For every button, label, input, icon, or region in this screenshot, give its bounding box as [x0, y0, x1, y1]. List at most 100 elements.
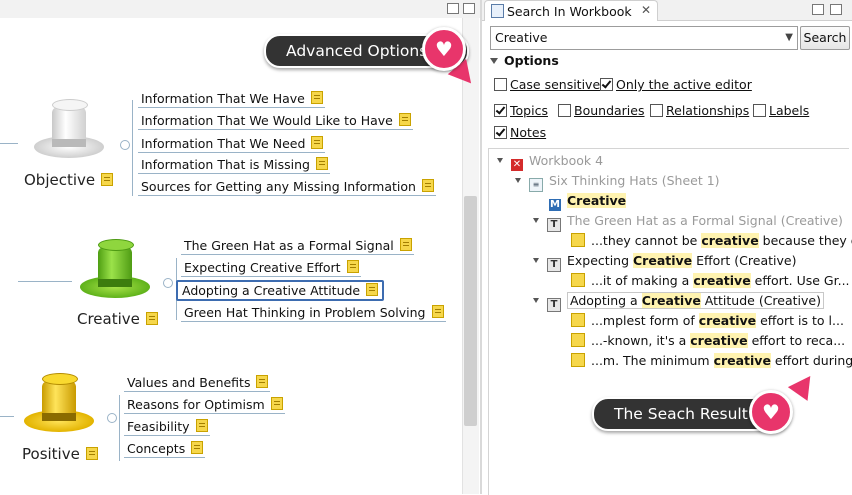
- boundaries-checkbox[interactable]: Boundaries: [558, 103, 644, 118]
- central-topic-positive[interactable]: Positive: [22, 445, 98, 463]
- topic-item[interactable]: Information That We Need: [138, 136, 326, 153]
- workbook-icon: ✕: [511, 159, 523, 171]
- tree-node-workbook[interactable]: ✕ Workbook 4: [497, 153, 603, 171]
- search-view-icon: [491, 4, 504, 18]
- note-icon: [101, 173, 114, 186]
- checkbox-checked-icon: [494, 104, 507, 117]
- tree-node-note[interactable]: ...m. The minimum creative effort during…: [571, 353, 852, 368]
- relationships-checkbox[interactable]: Relationships: [650, 103, 749, 118]
- tree-node-note[interactable]: ...mplest form of creative effort is to …: [571, 313, 844, 328]
- central-topic-objective[interactable]: Objective: [24, 171, 114, 189]
- connector-line: [18, 281, 72, 282]
- tree-node-note[interactable]: ...it of making a creative effort. Use G…: [571, 273, 850, 288]
- search-button[interactable]: Search: [800, 26, 850, 50]
- only-active-editor-checkbox[interactable]: Only the active editor: [600, 77, 752, 92]
- topic-item[interactable]: Information That We Have: [138, 91, 325, 108]
- maximize-icon[interactable]: [463, 3, 475, 14]
- note-icon: [195, 419, 208, 432]
- expand-icon[interactable]: [497, 158, 503, 163]
- notes-checkbox[interactable]: Notes: [494, 125, 546, 140]
- tree-node-topic-selected[interactable]: T Adopting a Creative Attitude (Creative): [533, 292, 824, 312]
- case-sensitive-checkbox[interactable]: Case sensitive: [494, 77, 600, 92]
- expand-triangle-icon: [490, 58, 498, 64]
- tab-title: Search In Workbook: [507, 4, 632, 19]
- note-icon: [399, 238, 412, 251]
- note-icon: [310, 91, 323, 104]
- topic-icon: T: [547, 258, 561, 272]
- topic-item[interactable]: Information That We Would Like to Have: [138, 113, 413, 130]
- connector-line: [0, 143, 18, 144]
- tree-node-topic[interactable]: T Expecting Creative Effort (Creative): [533, 253, 796, 272]
- checkbox-icon: [753, 104, 766, 117]
- heart-icon: ♥: [749, 390, 793, 434]
- note-icon: [571, 273, 585, 287]
- note-icon: [398, 113, 411, 126]
- search-results-tree: ✕ Workbook 4 ≡ Six Thinking Hats (Sheet 1)…: [488, 148, 852, 495]
- search-input[interactable]: Creative ▼: [490, 26, 798, 50]
- tree-node-sheet[interactable]: ≡ Six Thinking Hats (Sheet 1): [515, 173, 720, 192]
- collapse-toggle[interactable]: [107, 413, 117, 423]
- topic-item[interactable]: Feasibility: [124, 419, 210, 436]
- branch-bracket: [132, 100, 133, 196]
- checkbox-icon: [558, 104, 571, 117]
- topic-item[interactable]: The Green Hat as a Formal Signal: [181, 238, 414, 255]
- tree-node-note[interactable]: ...-known, it's a creative effort to rec…: [571, 333, 845, 348]
- note-icon: [571, 233, 585, 247]
- chevron-down-icon[interactable]: ▼: [785, 32, 793, 43]
- topic-item[interactable]: Reasons for Optimism: [124, 397, 285, 414]
- yellow-hat-icon: [24, 370, 94, 432]
- sheet-icon: ≡: [529, 178, 543, 192]
- checkbox-icon: [494, 78, 507, 91]
- topic-icon: T: [547, 298, 561, 312]
- labels-checkbox[interactable]: Labels: [753, 103, 809, 118]
- topic-item[interactable]: Expecting Creative Effort: [181, 260, 361, 277]
- note-icon: [191, 441, 204, 454]
- heart-icon: ♥: [422, 27, 466, 71]
- note-icon: [270, 397, 283, 410]
- white-hat-icon: [34, 96, 104, 158]
- tree-node-topic[interactable]: T The Green Hat as a Formal Signal (Creat…: [533, 213, 843, 232]
- note-icon: [421, 179, 434, 192]
- editor-toolbar: [0, 0, 480, 18]
- checkbox-checked-icon: [494, 126, 507, 139]
- maximize-icon[interactable]: [830, 4, 842, 15]
- note-icon: [346, 260, 359, 273]
- main-topic-icon: M: [549, 199, 561, 211]
- note-icon: [571, 313, 585, 327]
- minimize-icon[interactable]: [812, 4, 824, 15]
- tree-node-main-topic[interactable]: M Creative: [549, 193, 627, 211]
- checkbox-checked-icon: [600, 78, 613, 91]
- selected-topic[interactable]: Adopting a Creative Attitude: [176, 280, 385, 301]
- connector-line: [0, 416, 14, 417]
- note-icon: [316, 157, 328, 170]
- topic-item[interactable]: Sources for Getting any Missing Informat…: [138, 179, 436, 196]
- note-icon: [256, 375, 269, 388]
- note-icon: [571, 333, 585, 347]
- central-topic-creative[interactable]: Creative: [77, 310, 158, 328]
- expand-icon[interactable]: [515, 178, 521, 183]
- topic-item[interactable]: Concepts: [124, 441, 206, 458]
- collapse-toggle[interactable]: [163, 278, 173, 288]
- note-icon: [145, 312, 158, 325]
- expand-icon[interactable]: [533, 298, 539, 303]
- green-hat-icon: [80, 236, 150, 298]
- note-icon: [366, 283, 379, 296]
- scrollbar-thumb[interactable]: [464, 196, 477, 426]
- note-icon: [311, 136, 324, 149]
- tree-node-note[interactable]: ...they cannot be creative because they …: [571, 233, 852, 248]
- collapse-toggle[interactable]: [120, 140, 130, 150]
- note-icon: [85, 447, 98, 460]
- close-icon[interactable]: ✕: [641, 3, 651, 17]
- topic-item[interactable]: Information That is Missing: [138, 157, 330, 174]
- branch-bracket: [119, 395, 120, 461]
- note-icon: [431, 305, 444, 318]
- options-section-header[interactable]: Options: [490, 53, 559, 68]
- topic-item[interactable]: Green Hat Thinking in Problem Solving: [181, 305, 446, 322]
- topic-item[interactable]: Values and Benefits: [124, 375, 271, 392]
- tab-search-in-workbook[interactable]: Search In Workbook ✕: [484, 0, 658, 21]
- expand-icon[interactable]: [533, 258, 539, 263]
- topics-checkbox[interactable]: Topics: [494, 103, 548, 118]
- mind-map-panel: Objective Information That We Have Infor…: [0, 0, 480, 494]
- expand-icon[interactable]: [533, 218, 539, 223]
- minimize-icon[interactable]: [447, 3, 459, 14]
